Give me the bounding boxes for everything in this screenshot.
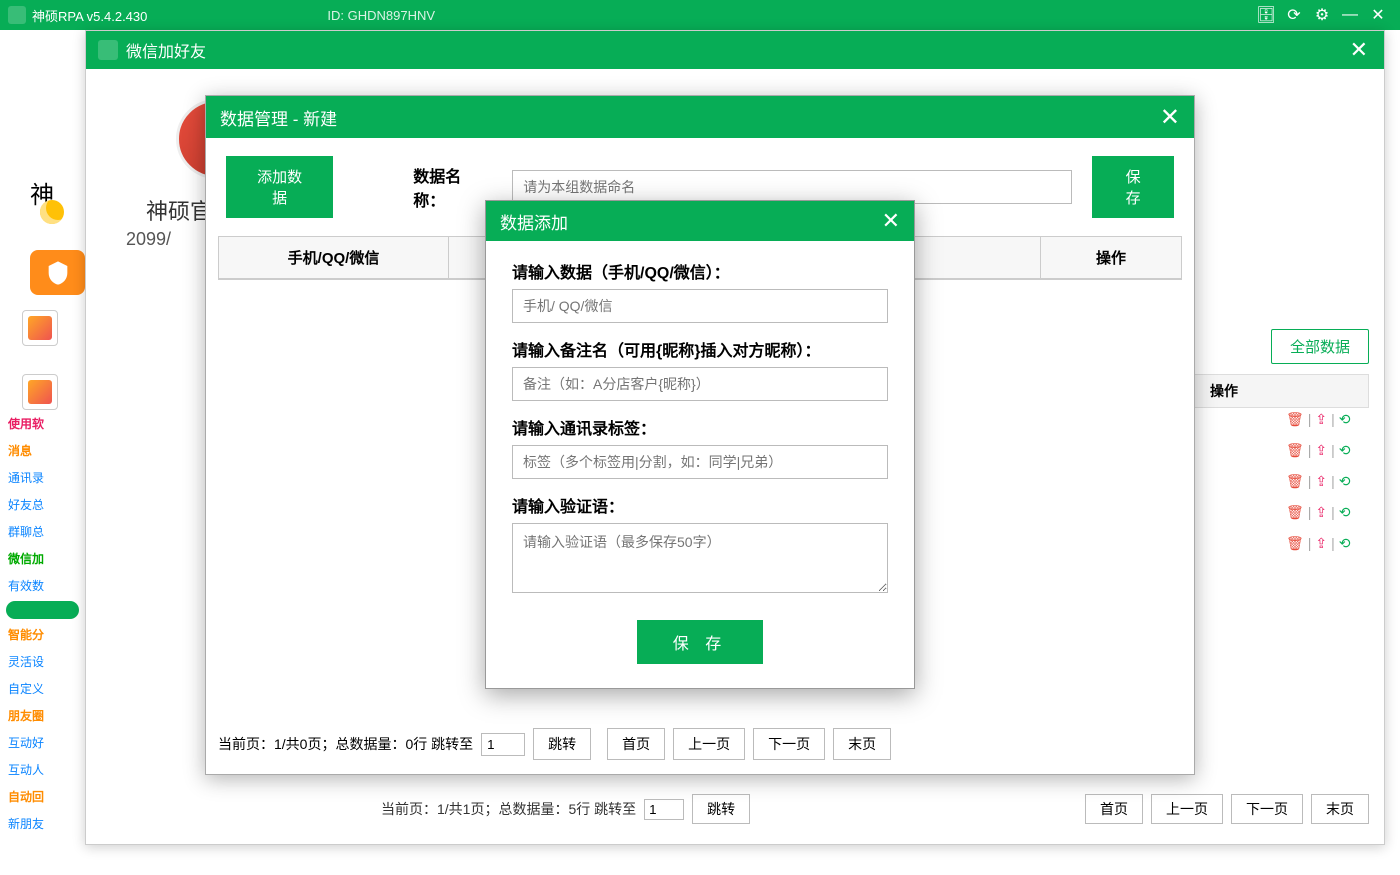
dialog1-close-button[interactable]: ✕ [1160, 103, 1180, 132]
dialog1-save-button[interactable]: 保 存 [1092, 156, 1174, 218]
db-icon[interactable]: 🗄 [1252, 1, 1280, 29]
sidebar-active-pill [6, 601, 79, 619]
data-name-label: 数据名称： [413, 163, 492, 211]
pager-page-input[interactable] [644, 799, 684, 820]
pager-next-button[interactable]: 下一页 [1231, 794, 1303, 824]
export-icon[interactable]: ⇪ [1315, 535, 1327, 552]
dialog1-titlebar: 数据管理 - 新建 ✕ [206, 96, 1194, 138]
win2-text2: 2099/ [126, 229, 171, 250]
data-add-dialog: 数据添加 ✕ 请输入数据（手机/QQ/微信）： 请输入备注名（可用{昵称}插入对… [485, 200, 915, 689]
dialog2-body: 请输入数据（手机/QQ/微信）： 请输入备注名（可用{昵称}插入对方昵称）： 请… [486, 241, 914, 688]
refresh-icon[interactable]: ⟳ [1280, 1, 1308, 29]
refresh-icon[interactable]: ⟲ [1339, 411, 1351, 428]
col-operation: 操作 [1041, 237, 1181, 278]
mini-icon-1[interactable] [22, 310, 58, 346]
sidebar-item-4[interactable]: 群聊总 [0, 518, 85, 545]
app-logo-icon [8, 6, 26, 24]
export-icon[interactable]: ⇪ [1315, 442, 1327, 459]
add-data-button[interactable]: 添加数据 [226, 156, 333, 218]
d2-input-remark[interactable] [512, 367, 888, 401]
mini-icon-2[interactable] [22, 374, 58, 410]
d1-pager-input[interactable] [481, 733, 525, 756]
app-id: ID: GHDN897HNV [327, 8, 435, 23]
sidebar-item-11[interactable]: 互动好 [0, 729, 85, 756]
delete-icon[interactable]: 🗑 [1286, 442, 1304, 459]
win2-title: 微信加好友 [126, 38, 206, 62]
sidebar-item-2[interactable]: 通讯录 [0, 464, 85, 491]
action-row-3: 🗑|⇪|⟲ [1286, 497, 1376, 528]
delete-icon[interactable]: 🗑 [1286, 535, 1304, 552]
win2-close-button[interactable]: ✕ [1346, 37, 1372, 63]
win2-logo-icon [98, 40, 118, 60]
sidebar-item-5[interactable]: 微信加 [0, 545, 85, 572]
orange-badge-icon[interactable] [30, 250, 85, 295]
d2-input-data[interactable] [512, 289, 888, 323]
action-row-1: 🗑|⇪|⟲ [1286, 435, 1376, 466]
sidebar-item-9[interactable]: 自定义 [0, 675, 85, 702]
win2-text1: 神硕官 [146, 194, 212, 226]
export-icon[interactable]: ⇪ [1315, 504, 1327, 521]
mini-icons [22, 310, 58, 438]
refresh-icon[interactable]: ⟲ [1339, 473, 1351, 490]
dialog1-pagination: 当前页：1/共0页；总数据量：0行 跳转至 跳转 首页 上一页 下一页 末页 [218, 718, 1182, 760]
action-row-4: 🗑|⇪|⟲ [1286, 528, 1376, 559]
action-row-2: 🗑|⇪|⟲ [1286, 466, 1376, 497]
close-button[interactable]: ✕ [1364, 1, 1392, 29]
main-titlebar: 神硕RPA v5.4.2.430 ID: GHDN897HNV 🗄 ⟳ ⚙ — … [0, 0, 1400, 30]
pager-last-button[interactable]: 末页 [1311, 794, 1369, 824]
delete-icon[interactable]: 🗑 [1286, 411, 1304, 428]
d2-input-verify[interactable] [512, 523, 888, 593]
table-header-operation: 操作 [1189, 374, 1369, 408]
delete-icon[interactable]: 🗑 [1286, 504, 1304, 521]
win2-pagination: 当前页：1/共1页；总数据量：5行 跳转至 跳转 首页 上一页 下一页 末页 [381, 794, 1369, 824]
delete-icon[interactable]: 🗑 [1286, 473, 1304, 490]
pager-jump-button[interactable]: 跳转 [692, 794, 750, 824]
refresh-icon[interactable]: ⟲ [1339, 535, 1351, 552]
all-data-button[interactable]: 全部数据 [1271, 329, 1369, 364]
refresh-icon[interactable]: ⟲ [1339, 504, 1351, 521]
moon-icon [40, 200, 64, 224]
pager-prev-button[interactable]: 上一页 [1151, 794, 1223, 824]
dialog2-titlebar: 数据添加 ✕ [486, 201, 914, 241]
refresh-icon[interactable]: ⟲ [1339, 442, 1351, 459]
action-icons-column: 🗑|⇪|⟲🗑|⇪|⟲🗑|⇪|⟲🗑|⇪|⟲🗑|⇪|⟲ [1286, 404, 1376, 559]
sidebar-item-8[interactable]: 灵活设 [0, 648, 85, 675]
d2-label-remark: 请输入备注名（可用{昵称}插入对方昵称）： [512, 337, 888, 361]
sidebar-item-3[interactable]: 好友总 [0, 491, 85, 518]
sidebar-item-13[interactable]: 自动回 [0, 783, 85, 810]
dialog1-title: 数据管理 - 新建 [220, 105, 337, 130]
dialog2-title: 数据添加 [500, 209, 568, 234]
app-title: 神硕RPA v5.4.2.430 [32, 6, 147, 25]
d1-last-button[interactable]: 末页 [833, 728, 891, 760]
d2-label-data: 请输入数据（手机/QQ/微信）： [512, 259, 888, 283]
sidebar-item-1[interactable]: 消息 [0, 437, 85, 464]
win2-titlebar: 微信加好友 ✕ [86, 31, 1384, 69]
export-icon[interactable]: ⇪ [1315, 411, 1327, 428]
d2-label-tag: 请输入通讯录标签： [512, 415, 888, 439]
pager-info: 当前页：1/共1页；总数据量：5行 跳转至 [381, 799, 636, 819]
sidebar-item-10[interactable]: 朋友圈 [0, 702, 85, 729]
minimize-button[interactable]: — [1336, 1, 1364, 29]
export-icon[interactable]: ⇪ [1315, 473, 1327, 490]
d1-prev-button[interactable]: 上一页 [673, 728, 745, 760]
shield-check-icon [44, 259, 72, 287]
d1-jump-button[interactable]: 跳转 [533, 728, 591, 760]
sidebar-item-12[interactable]: 互动人 [0, 756, 85, 783]
action-row-0: 🗑|⇪|⟲ [1286, 404, 1376, 435]
dialog2-close-button[interactable]: ✕ [882, 208, 900, 234]
col-phone: 手机/QQ/微信 [219, 237, 449, 278]
d2-input-tag[interactable] [512, 445, 888, 479]
d1-pager-info: 当前页：1/共0页；总数据量：0行 跳转至 [218, 734, 473, 754]
dialog2-save-button[interactable]: 保 存 [637, 620, 763, 664]
pager-first-button[interactable]: 首页 [1085, 794, 1143, 824]
data-name-input[interactable] [512, 170, 1072, 204]
d2-label-verify: 请输入验证语： [512, 493, 888, 517]
d1-first-button[interactable]: 首页 [607, 728, 665, 760]
sidebar-item-7[interactable]: 智能分 [0, 621, 85, 648]
sidebar-item-6[interactable]: 有效数 [0, 572, 85, 599]
sidebar-item-14[interactable]: 新朋友 [0, 810, 85, 837]
left-sidebar: 神 使用软消息通讯录好友总群聊总微信加有效数智能分灵活设自定义朋友圈互动好互动人… [0, 30, 85, 875]
d1-next-button[interactable]: 下一页 [753, 728, 825, 760]
settings-icon[interactable]: ⚙ [1308, 1, 1336, 29]
